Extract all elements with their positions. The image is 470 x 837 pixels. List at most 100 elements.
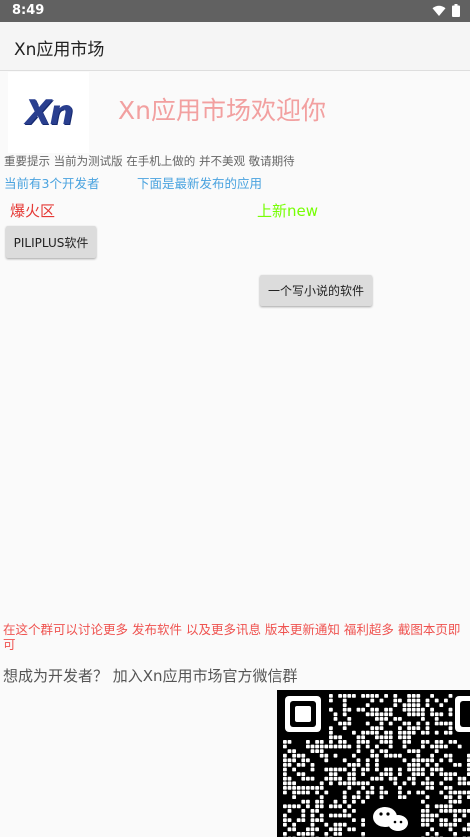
qr-module [430, 767, 434, 772]
qr-module [375, 758, 379, 763]
qr-module [425, 822, 430, 827]
qr-module [457, 818, 462, 822]
qr-module [287, 763, 292, 767]
qr-module [296, 790, 301, 795]
qr-module [457, 790, 462, 795]
qr-module [448, 776, 453, 781]
qr-module [439, 740, 444, 744]
qr-module [421, 772, 425, 776]
qr-module [421, 799, 425, 804]
qr-module [398, 795, 402, 799]
qr-module [347, 813, 352, 818]
qr-module [388, 721, 393, 726]
qr-module [329, 694, 333, 698]
qr-module [338, 767, 342, 772]
qr-module [398, 767, 402, 772]
qr-module [430, 707, 434, 712]
qr-module [402, 744, 407, 749]
qr-module [444, 809, 448, 813]
qr-module [453, 790, 457, 795]
new-section-title: 上新new [257, 202, 319, 220]
qr-module [448, 753, 453, 758]
qr-module [338, 740, 342, 744]
qr-module [287, 827, 292, 832]
qr-module [375, 707, 379, 712]
qr-module [430, 772, 434, 776]
qr-module [407, 735, 411, 740]
qr-module [434, 813, 439, 818]
qr-module [356, 790, 361, 795]
qr-module [283, 753, 287, 758]
qr-module [439, 758, 444, 763]
qr-module [398, 790, 402, 795]
qr-module [462, 781, 467, 786]
qr-module [407, 712, 411, 717]
qr-module [402, 735, 407, 740]
qr-module [352, 799, 356, 804]
qr-module [439, 804, 444, 809]
qr-module [448, 799, 453, 804]
qr-module [425, 786, 430, 790]
qr-module [375, 712, 379, 717]
qr-module [342, 707, 347, 712]
qr-module [356, 744, 361, 749]
qr-module [444, 804, 448, 809]
qr-module [398, 786, 402, 790]
qr-module [457, 809, 462, 813]
qr-module [338, 694, 342, 698]
qr-module [388, 772, 393, 776]
qr-module [448, 758, 453, 763]
qr-module [310, 813, 315, 818]
qr-module [421, 744, 425, 749]
qr-module [379, 776, 384, 781]
qr-module [411, 703, 416, 707]
qr-module [287, 781, 292, 786]
qr-module [393, 781, 398, 786]
qr-module [324, 744, 329, 749]
qr-module [324, 832, 329, 836]
qr-module [370, 776, 375, 781]
qr-module [425, 758, 430, 763]
qr-module [287, 776, 292, 781]
qr-module [365, 763, 370, 767]
qr-module [365, 694, 370, 698]
qr-module [379, 790, 384, 795]
qr-module [416, 726, 421, 730]
qr-module [379, 717, 384, 721]
qr-module [411, 694, 416, 698]
qr-module [347, 804, 352, 809]
qr-module [361, 818, 365, 822]
qr-module [425, 740, 430, 744]
qr-module [398, 735, 402, 740]
novel-writer-app-button[interactable]: 一个写小说的软件 [260, 275, 372, 306]
qr-module [448, 786, 453, 790]
qr-module [430, 813, 434, 818]
qr-module [361, 799, 365, 804]
qr-module [301, 772, 306, 776]
qr-module [342, 795, 347, 799]
piliplus-app-button[interactable]: PILIPLUS软件 [6, 226, 96, 258]
qr-module [407, 790, 411, 795]
qr-module [388, 730, 393, 735]
qr-module [342, 813, 347, 818]
qr-module [453, 809, 457, 813]
qr-module [347, 707, 352, 712]
qr-module [430, 753, 434, 758]
qr-module [352, 767, 356, 772]
qr-module [375, 694, 379, 698]
qr-module [457, 799, 462, 804]
qr-module [425, 698, 430, 703]
qr-module [361, 735, 365, 740]
qr-module [315, 804, 319, 809]
qr-module [444, 753, 448, 758]
qr-module [370, 698, 375, 703]
qr-module [310, 809, 315, 813]
qr-module [301, 763, 306, 767]
qr-module [434, 767, 439, 772]
logo-text: Xn [25, 92, 73, 133]
qr-module [283, 763, 287, 767]
qr-module [416, 698, 421, 703]
qr-module [411, 712, 416, 717]
qr-module [342, 726, 347, 730]
qr-module [393, 703, 398, 707]
